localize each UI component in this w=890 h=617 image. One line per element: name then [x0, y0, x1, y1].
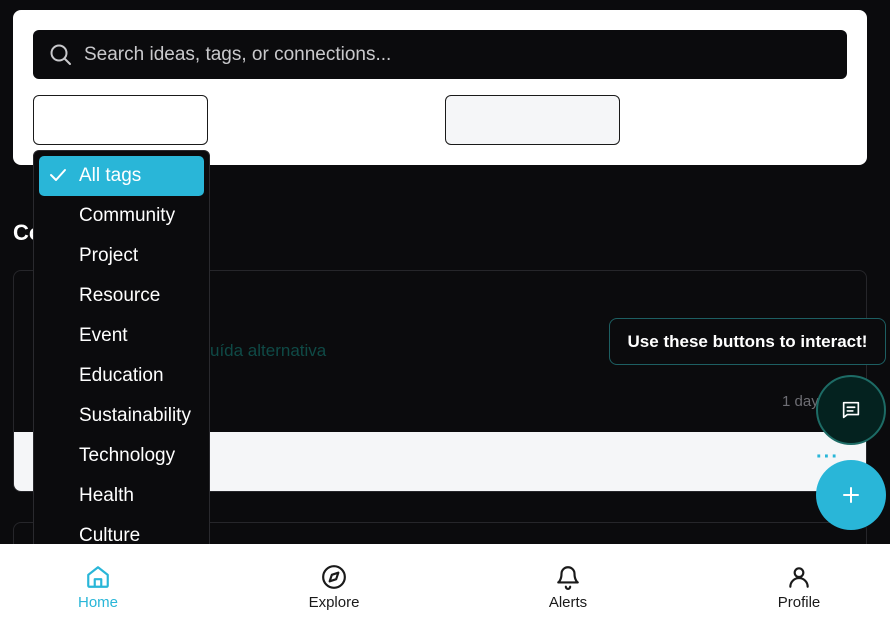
tag-filter-select[interactable]	[33, 95, 208, 145]
dropdown-option-label: Sustainability	[79, 405, 191, 426]
more-options-icon[interactable]: ···	[816, 447, 839, 467]
check-icon	[50, 169, 66, 181]
dropdown-option-label: Event	[79, 325, 128, 346]
nav-item-profile[interactable]: Profile	[739, 544, 859, 617]
dropdown-option-label: Education	[79, 365, 164, 386]
dropdown-option-resource[interactable]: Resource	[39, 276, 204, 316]
post-timestamp: 1 day	[782, 393, 819, 410]
dropdown-option-all-tags[interactable]: All tags	[39, 156, 204, 196]
nav-item-alerts[interactable]: Alerts	[508, 544, 628, 617]
bottom-navigation: Home Explore Alerts Profile	[0, 544, 890, 617]
bell-icon	[557, 566, 579, 590]
dropdown-option-project[interactable]: Project	[39, 236, 204, 276]
dropdown-option-label: Health	[79, 485, 134, 506]
nav-item-explore[interactable]: Explore	[274, 544, 394, 617]
plus-icon	[843, 487, 859, 503]
tag-dropdown-menu: All tags Community Project Resource Even…	[33, 150, 210, 562]
dropdown-option-health[interactable]: Health	[39, 476, 204, 516]
sort-filter-select[interactable]	[445, 95, 620, 145]
home-icon	[87, 566, 109, 588]
message-icon	[842, 401, 860, 419]
nav-label: Profile	[777, 594, 821, 611]
search-icon	[50, 44, 71, 65]
dropdown-option-technology[interactable]: Technology	[39, 436, 204, 476]
dropdown-option-label: Community	[79, 205, 176, 226]
add-fab-button[interactable]	[816, 460, 886, 530]
nav-item-home[interactable]: Home	[38, 544, 158, 617]
user-icon	[789, 567, 809, 588]
search-bar[interactable]	[33, 30, 847, 79]
post-subtitle: uída alternativa	[210, 341, 327, 360]
search-input[interactable]	[84, 43, 847, 66]
filter-card	[13, 10, 867, 165]
nav-label: Explore	[308, 594, 360, 611]
dropdown-option-event[interactable]: Event	[39, 316, 204, 356]
dropdown-option-label: All tags	[79, 165, 142, 186]
dropdown-option-label: Project	[79, 245, 139, 266]
nav-label: Home	[77, 594, 118, 611]
dropdown-option-label: Resource	[79, 285, 161, 306]
interaction-tooltip: Use these buttons to interact!	[609, 318, 886, 365]
dropdown-option-community[interactable]: Community	[39, 196, 204, 236]
dropdown-option-education[interactable]: Education	[39, 356, 204, 396]
dropdown-option-sustainability[interactable]: Sustainability	[39, 396, 204, 436]
chat-fab-button[interactable]	[816, 375, 886, 445]
compass-icon	[322, 565, 346, 589]
tooltip-text: Use these buttons to interact!	[627, 331, 868, 351]
nav-label: Alerts	[548, 594, 588, 611]
dropdown-option-label: Technology	[79, 445, 176, 466]
